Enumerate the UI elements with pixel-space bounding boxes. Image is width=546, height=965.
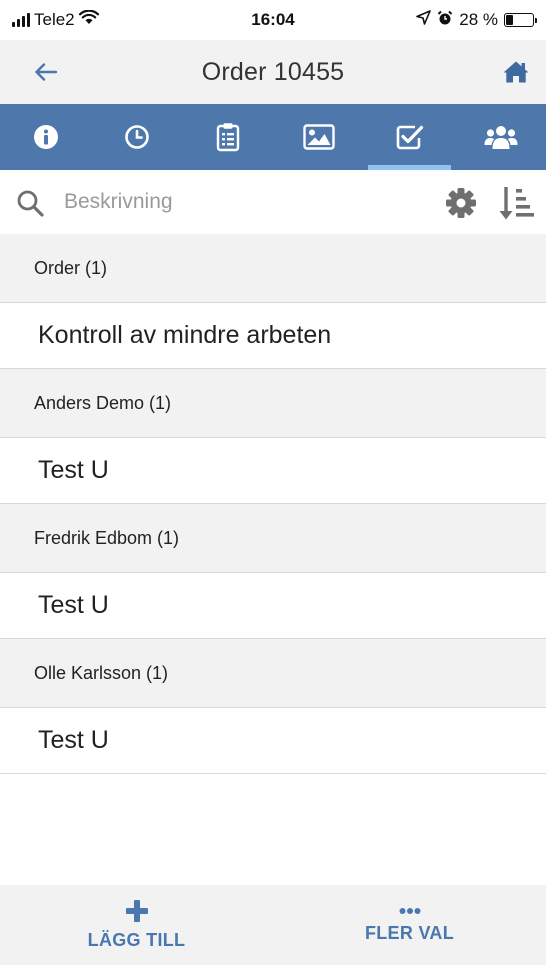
- battery-fill: [506, 15, 514, 25]
- checkbox-icon: [396, 125, 423, 150]
- users-icon: [484, 126, 517, 149]
- battery-icon: [504, 13, 537, 27]
- sort-button[interactable]: [496, 184, 536, 224]
- list-item[interactable]: Test U: [0, 573, 546, 639]
- search-icon: [17, 190, 44, 217]
- group-header[interactable]: Anders Demo (1): [0, 369, 546, 438]
- group-header[interactable]: Fredrik Edbom (1): [0, 504, 546, 573]
- tab-time[interactable]: [91, 104, 182, 170]
- status-right: 28 %: [416, 10, 537, 31]
- bottom-bar: LÄGG TILL FLER VAL: [0, 885, 546, 965]
- alarm-icon: [437, 10, 453, 31]
- signal-icon: [12, 13, 30, 27]
- search-row: [0, 170, 546, 234]
- location-arrow-icon: [416, 10, 432, 30]
- settings-button[interactable]: [444, 186, 478, 220]
- sort-icon: [499, 187, 534, 220]
- group-header[interactable]: Olle Karlsson (1): [0, 639, 546, 708]
- ellipsis-icon: [399, 907, 420, 914]
- info-icon: [33, 125, 58, 149]
- clock-icon: [124, 125, 149, 149]
- battery-percent: 28 %: [459, 10, 498, 29]
- list-item[interactable]: Test U: [0, 438, 546, 504]
- add-button[interactable]: LÄGG TILL: [0, 885, 273, 965]
- add-button-label: LÄGG TILL: [87, 929, 186, 950]
- clipboard-icon: [216, 123, 239, 152]
- back-button[interactable]: [30, 56, 62, 88]
- more-options-button[interactable]: FLER VAL: [273, 885, 546, 965]
- search-input[interactable]: [64, 184, 424, 220]
- page-title: Order 10455: [201, 57, 345, 86]
- tab-info[interactable]: [0, 104, 91, 170]
- more-options-label: FLER VAL: [364, 922, 455, 943]
- status-left: Tele2: [12, 9, 99, 30]
- tab-checklist[interactable]: [182, 104, 273, 170]
- arrow-left-icon: [35, 63, 57, 81]
- image-icon: [302, 124, 335, 150]
- home-button[interactable]: [500, 56, 532, 88]
- list-item[interactable]: Kontroll av mindre arbeten: [0, 303, 546, 369]
- tab-checks[interactable]: [364, 104, 455, 170]
- tab-bar: [0, 104, 546, 170]
- tab-users[interactable]: [455, 104, 546, 170]
- carrier-label: Tele2: [34, 10, 75, 29]
- title-bar: Order 10455: [0, 40, 546, 104]
- group-header[interactable]: Order (1): [0, 234, 546, 303]
- gear-icon: [446, 188, 476, 218]
- checklist-list: Order (1) Kontroll av mindre arbeten And…: [0, 234, 546, 774]
- plus-icon: [125, 899, 148, 922]
- list-item[interactable]: Test U: [0, 708, 546, 774]
- tab-images[interactable]: [273, 104, 364, 170]
- home-icon: [503, 61, 529, 83]
- wifi-icon: [78, 9, 99, 30]
- status-bar: Tele2 16:04 28 %: [0, 0, 546, 40]
